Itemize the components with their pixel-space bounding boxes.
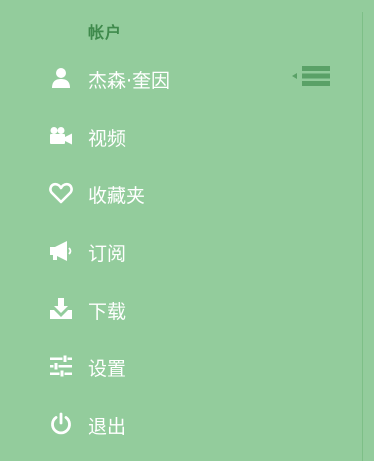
sidebar-item-label: 杰森·奎因 xyxy=(88,70,171,92)
section-title: 帐户 xyxy=(88,23,123,42)
sidebar-divider xyxy=(362,12,363,461)
download-icon xyxy=(49,298,73,320)
sidebar-item-favorites[interactable]: 收藏夹 xyxy=(0,170,360,216)
sliders-icon xyxy=(49,355,73,377)
megaphone-icon xyxy=(49,240,73,262)
video-camera-icon xyxy=(49,125,73,147)
sidebar-item-video[interactable]: 视频 xyxy=(0,113,360,159)
sidebar-item-label: 下载 xyxy=(88,301,127,323)
sidebar-item-profile[interactable]: 杰森·奎因 xyxy=(0,55,360,101)
sidebar-item-label: 退出 xyxy=(88,416,127,438)
sidebar-item-label: 订阅 xyxy=(88,243,127,265)
sidebar-item-label: 设置 xyxy=(88,358,127,380)
sidebar-item-label: 收藏夹 xyxy=(88,185,146,207)
heart-icon xyxy=(49,182,73,204)
sidebar-item-label: 视频 xyxy=(88,128,127,150)
sidebar-item-logout[interactable]: 退出 xyxy=(0,401,360,447)
sidebar-item-downloads[interactable]: 下载 xyxy=(0,286,360,332)
sidebar-item-settings[interactable]: 设置 xyxy=(0,343,360,389)
user-icon xyxy=(49,67,73,89)
power-icon xyxy=(49,412,73,435)
sidebar-item-subscriptions[interactable]: 订阅 xyxy=(0,228,360,274)
